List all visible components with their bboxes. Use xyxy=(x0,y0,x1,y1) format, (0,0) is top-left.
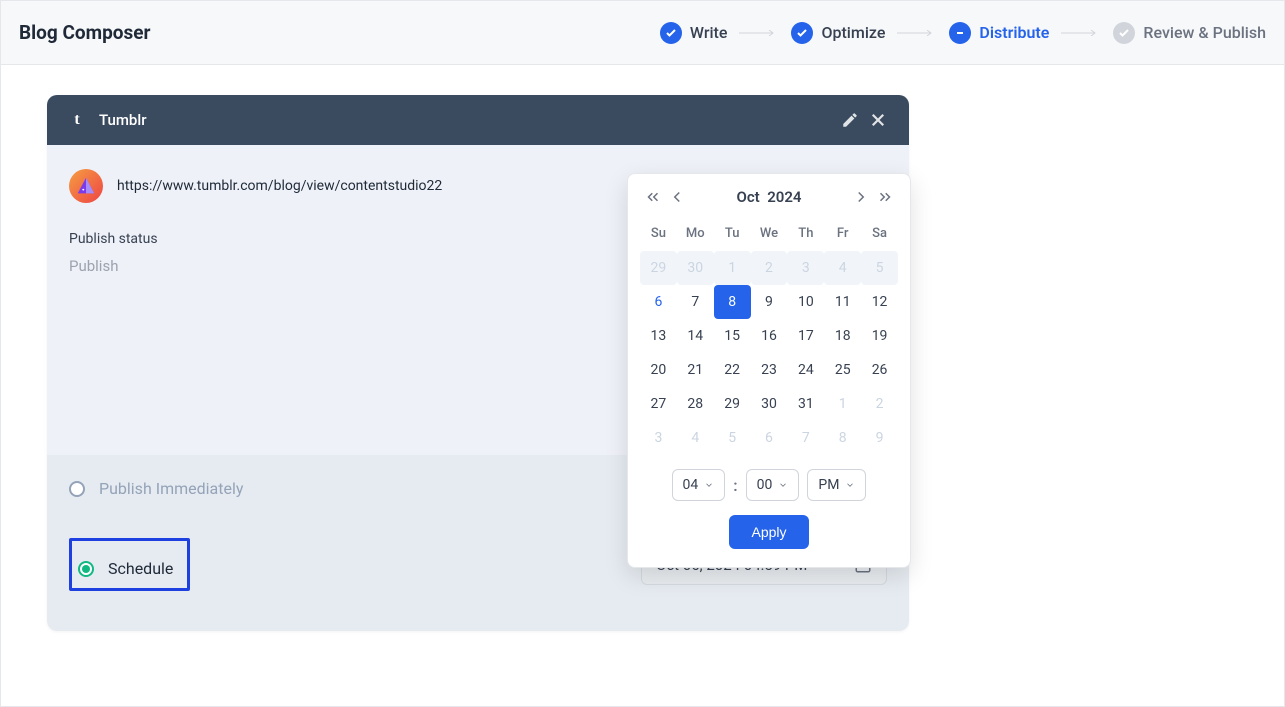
blog-url: https://www.tumblr.com/blog/view/content… xyxy=(117,178,442,194)
platform-card: t Tumblr https://www.tum xyxy=(47,95,909,631)
datepicker-day[interactable]: 12 xyxy=(861,285,898,319)
datepicker-day[interactable]: 24 xyxy=(787,353,824,387)
next-month-icon[interactable] xyxy=(852,188,870,206)
datepicker-day[interactable]: 4 xyxy=(824,251,861,285)
datepicker-day[interactable]: 6 xyxy=(751,421,788,455)
datepicker-day[interactable]: 4 xyxy=(677,421,714,455)
ampm-select[interactable]: PM xyxy=(807,469,866,501)
radio-icon xyxy=(78,561,94,577)
datepicker-dow: Th xyxy=(787,220,824,251)
datepicker-day[interactable]: 21 xyxy=(677,353,714,387)
step-label: Distribute xyxy=(979,23,1049,42)
datepicker-day[interactable]: 1 xyxy=(824,387,861,421)
radio-icon xyxy=(69,481,85,497)
datepicker-day[interactable]: 5 xyxy=(861,251,898,285)
datepicker-day[interactable]: 30 xyxy=(751,387,788,421)
apply-button[interactable]: Apply xyxy=(729,515,808,549)
page-title: Blog Composer xyxy=(19,21,150,44)
datepicker-day[interactable]: 29 xyxy=(714,387,751,421)
datepicker-day[interactable]: 3 xyxy=(640,421,677,455)
datepicker-day[interactable]: 18 xyxy=(824,319,861,353)
datepicker-day[interactable]: 5 xyxy=(714,421,751,455)
close-icon[interactable] xyxy=(869,111,887,129)
datepicker-dow: Tu xyxy=(714,220,751,251)
step-optimize[interactable]: Optimize xyxy=(791,22,885,44)
datepicker-day[interactable]: 25 xyxy=(824,353,861,387)
datepicker-day[interactable]: 15 xyxy=(714,319,751,353)
check-icon xyxy=(1113,22,1135,44)
datepicker-day[interactable]: 8 xyxy=(824,421,861,455)
datepicker-day[interactable]: 9 xyxy=(751,285,788,319)
prev-year-icon[interactable] xyxy=(644,188,662,206)
datepicker-day[interactable]: 10 xyxy=(787,285,824,319)
datepicker-day[interactable]: 8 xyxy=(714,285,751,319)
datepicker-day[interactable]: 28 xyxy=(677,387,714,421)
datepicker-day[interactable]: 27 xyxy=(640,387,677,421)
tumblr-icon: t xyxy=(69,111,85,129)
publish-immediately-label: Publish Immediately xyxy=(99,479,243,498)
step-distribute[interactable]: Distribute xyxy=(949,22,1049,44)
check-icon xyxy=(660,22,682,44)
check-icon xyxy=(791,22,813,44)
datepicker-day[interactable]: 2 xyxy=(751,251,788,285)
arrow-icon xyxy=(1061,30,1101,36)
step-label: Write xyxy=(690,23,728,42)
datepicker-day[interactable]: 2 xyxy=(861,387,898,421)
wizard-steps: Write Optimize Distribute xyxy=(660,22,1266,44)
minus-icon xyxy=(949,22,971,44)
hour-select[interactable]: 04 xyxy=(672,469,726,501)
datepicker-day[interactable]: 22 xyxy=(714,353,751,387)
platform-name: Tumblr xyxy=(99,111,147,129)
avatar xyxy=(69,169,103,203)
schedule-label: Schedule xyxy=(108,559,173,578)
datepicker-dow: Fr xyxy=(824,220,861,251)
datepicker-dow: Sa xyxy=(861,220,898,251)
datepicker-day[interactable]: 7 xyxy=(787,421,824,455)
datepicker-day[interactable]: 6 xyxy=(640,285,677,319)
datepicker-day[interactable]: 17 xyxy=(787,319,824,353)
datepicker-day[interactable]: 3 xyxy=(787,251,824,285)
step-review[interactable]: Review & Publish xyxy=(1113,22,1266,44)
datepicker-day[interactable]: 31 xyxy=(787,387,824,421)
datepicker-day[interactable]: 14 xyxy=(677,319,714,353)
datepicker-day[interactable]: 9 xyxy=(861,421,898,455)
datepicker-month[interactable]: Oct 2024 xyxy=(737,188,802,206)
datepicker-day[interactable]: 1 xyxy=(714,251,751,285)
datepicker-dow: Mo xyxy=(677,220,714,251)
datepicker-day[interactable]: 20 xyxy=(640,353,677,387)
step-label: Optimize xyxy=(821,23,885,42)
step-write[interactable]: Write xyxy=(660,22,728,44)
edit-icon[interactable] xyxy=(841,111,859,129)
arrow-icon xyxy=(897,30,937,36)
datepicker-day[interactable]: 16 xyxy=(751,319,788,353)
datepicker-dow: Su xyxy=(640,220,677,251)
datepicker-day[interactable]: 26 xyxy=(861,353,898,387)
datepicker-day[interactable]: 13 xyxy=(640,319,677,353)
next-year-icon[interactable] xyxy=(876,188,894,206)
datepicker-dow: We xyxy=(751,220,788,251)
datepicker-day[interactable]: 7 xyxy=(677,285,714,319)
datepicker-day[interactable]: 11 xyxy=(824,285,861,319)
arrow-icon xyxy=(739,30,779,36)
prev-month-icon[interactable] xyxy=(668,188,686,206)
datepicker-day[interactable]: 19 xyxy=(861,319,898,353)
minute-select[interactable]: 00 xyxy=(746,469,800,501)
datepicker-day[interactable]: 30 xyxy=(677,251,714,285)
datepicker: Oct 2024 SuMoTuWeThFrSa 2930123456789101… xyxy=(627,173,911,568)
datepicker-day[interactable]: 29 xyxy=(640,251,677,285)
step-label: Review & Publish xyxy=(1143,23,1266,42)
time-colon: : xyxy=(733,476,737,495)
datepicker-day[interactable]: 23 xyxy=(751,353,788,387)
schedule-option[interactable]: Schedule xyxy=(69,538,190,591)
